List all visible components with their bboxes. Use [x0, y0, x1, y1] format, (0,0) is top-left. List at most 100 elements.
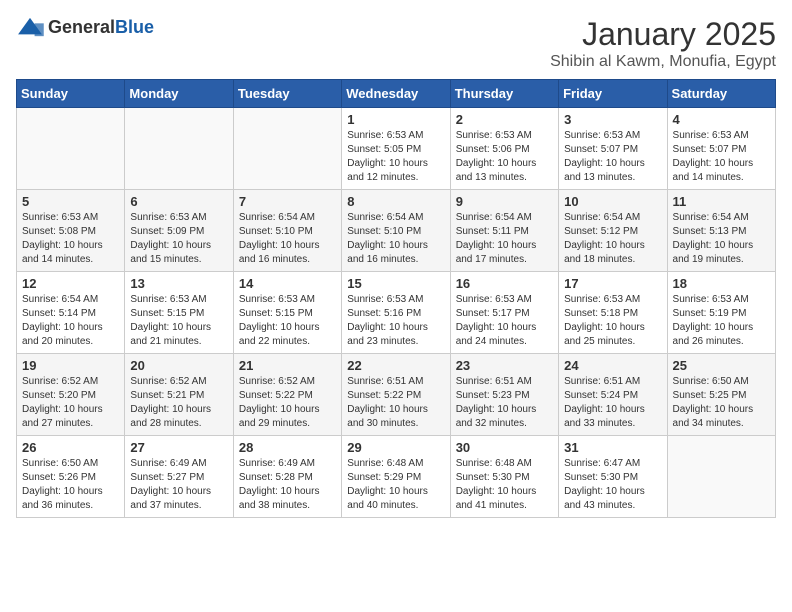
- calendar-day-cell: 4 Sunrise: 6:53 AM Sunset: 5:07 PM Daylig…: [667, 108, 775, 190]
- calendar-day-cell: 27 Sunrise: 6:49 AM Sunset: 5:27 PM Dayli…: [125, 436, 233, 518]
- logo-general: General: [48, 17, 115, 37]
- calendar-day-cell: 9 Sunrise: 6:54 AM Sunset: 5:11 PM Daylig…: [450, 190, 558, 272]
- day-number: 8: [347, 194, 444, 209]
- main-title: January 2025: [550, 16, 776, 53]
- day-number: 12: [22, 276, 119, 291]
- calendar-day-cell: 30Sunrise: 6:48 AM Sunset: 5:30 PM Dayli…: [450, 436, 558, 518]
- calendar-week-row: 12 Sunrise: 6:54 AM Sunset: 5:14 PM Dayli…: [17, 272, 776, 354]
- calendar-day-cell: 19Sunrise: 6:52 AM Sunset: 5:20 PM Dayli…: [17, 354, 125, 436]
- day-number: 18: [673, 276, 770, 291]
- calendar-day-cell: 11 Sunrise: 6:54 AM Sunset: 5:13 PM Dayli…: [667, 190, 775, 272]
- weekday-header: Thursday: [450, 80, 558, 108]
- day-info: Sunrise: 6:50 AM Sunset: 5:25 PM Dayligh…: [673, 375, 770, 431]
- day-number: 16: [456, 276, 553, 291]
- day-info: Sunrise: 6:52 AM Sunset: 5:20 PM Dayligh…: [22, 375, 119, 431]
- calendar-week-row: 26 Sunrise: 6:50 AM Sunset: 5:26 PM Dayli…: [17, 436, 776, 518]
- day-number: 25: [673, 358, 770, 373]
- title-section: January 2025 Shibin al Kawm, Monufia, Eg…: [550, 16, 776, 71]
- day-info: Sunrise: 6:54 AM Sunset: 5:13 PM Dayligh…: [673, 211, 770, 267]
- day-number: 11: [673, 194, 770, 209]
- day-info: Sunrise: 6:54 AM Sunset: 5:12 PM Dayligh…: [564, 211, 661, 267]
- day-info: Sunrise: 6:53 AM Sunset: 5:05 PM Dayligh…: [347, 129, 444, 185]
- day-number: 17: [564, 276, 661, 291]
- day-number: 4: [673, 112, 770, 127]
- sub-title: Shibin al Kawm, Monufia, Egypt: [550, 53, 776, 71]
- day-info: Sunrise: 6:51 AM Sunset: 5:24 PM Dayligh…: [564, 375, 661, 431]
- day-number: 6: [130, 194, 227, 209]
- logo-blue: Blue: [115, 17, 154, 37]
- day-number: 9: [456, 194, 553, 209]
- day-number: 29: [347, 440, 444, 455]
- day-number: 14: [239, 276, 336, 291]
- calendar-day-cell: [17, 108, 125, 190]
- day-number: 24: [564, 358, 661, 373]
- calendar-day-cell: 31Sunrise: 6:47 AM Sunset: 5:30 PM Dayli…: [559, 436, 667, 518]
- calendar-day-cell: 13Sunrise: 6:53 AM Sunset: 5:15 PM Dayli…: [125, 272, 233, 354]
- calendar-day-cell: 15 Sunrise: 6:53 AM Sunset: 5:16 PM Dayli…: [342, 272, 450, 354]
- day-info: Sunrise: 6:53 AM Sunset: 5:15 PM Dayligh…: [239, 293, 336, 349]
- day-number: 30: [456, 440, 553, 455]
- day-number: 20: [130, 358, 227, 373]
- day-info: Sunrise: 6:53 AM Sunset: 5:18 PM Dayligh…: [564, 293, 661, 349]
- logo: GeneralBlue: [16, 16, 154, 38]
- day-info: Sunrise: 6:50 AM Sunset: 5:26 PM Dayligh…: [22, 457, 119, 513]
- calendar-day-cell: 1Sunrise: 6:53 AM Sunset: 5:05 PM Daylig…: [342, 108, 450, 190]
- weekday-header: Monday: [125, 80, 233, 108]
- weekday-header: Tuesday: [233, 80, 341, 108]
- calendar-day-cell: 2 Sunrise: 6:53 AM Sunset: 5:06 PM Daylig…: [450, 108, 558, 190]
- calendar-day-cell: 16 Sunrise: 6:53 AM Sunset: 5:17 PM Dayli…: [450, 272, 558, 354]
- calendar-day-cell: 17 Sunrise: 6:53 AM Sunset: 5:18 PM Dayli…: [559, 272, 667, 354]
- day-info: Sunrise: 6:49 AM Sunset: 5:27 PM Dayligh…: [130, 457, 227, 513]
- day-info: Sunrise: 6:53 AM Sunset: 5:09 PM Dayligh…: [130, 211, 227, 267]
- calendar-day-cell: 7 Sunrise: 6:54 AM Sunset: 5:10 PM Daylig…: [233, 190, 341, 272]
- calendar-day-cell: [125, 108, 233, 190]
- weekday-header: Sunday: [17, 80, 125, 108]
- calendar-day-cell: 10Sunrise: 6:54 AM Sunset: 5:12 PM Dayli…: [559, 190, 667, 272]
- day-info: Sunrise: 6:51 AM Sunset: 5:22 PM Dayligh…: [347, 375, 444, 431]
- page-header: GeneralBlue January 2025 Shibin al Kawm,…: [16, 16, 776, 71]
- calendar-day-cell: 23Sunrise: 6:51 AM Sunset: 5:23 PM Dayli…: [450, 354, 558, 436]
- day-info: Sunrise: 6:49 AM Sunset: 5:28 PM Dayligh…: [239, 457, 336, 513]
- day-number: 23: [456, 358, 553, 373]
- day-info: Sunrise: 6:53 AM Sunset: 5:17 PM Dayligh…: [456, 293, 553, 349]
- day-info: Sunrise: 6:54 AM Sunset: 5:14 PM Dayligh…: [22, 293, 119, 349]
- day-number: 26: [22, 440, 119, 455]
- calendar-day-cell: [233, 108, 341, 190]
- calendar-day-cell: 18Sunrise: 6:53 AM Sunset: 5:19 PM Dayli…: [667, 272, 775, 354]
- day-info: Sunrise: 6:53 AM Sunset: 5:08 PM Dayligh…: [22, 211, 119, 267]
- calendar-day-cell: 5 Sunrise: 6:53 AM Sunset: 5:08 PM Daylig…: [17, 190, 125, 272]
- calendar-day-cell: 12 Sunrise: 6:54 AM Sunset: 5:14 PM Dayli…: [17, 272, 125, 354]
- day-info: Sunrise: 6:53 AM Sunset: 5:06 PM Dayligh…: [456, 129, 553, 185]
- calendar-week-row: 19Sunrise: 6:52 AM Sunset: 5:20 PM Dayli…: [17, 354, 776, 436]
- day-number: 27: [130, 440, 227, 455]
- calendar-day-cell: 22Sunrise: 6:51 AM Sunset: 5:22 PM Dayli…: [342, 354, 450, 436]
- weekday-header: Friday: [559, 80, 667, 108]
- day-number: 15: [347, 276, 444, 291]
- weekday-header: Saturday: [667, 80, 775, 108]
- calendar-day-cell: 28 Sunrise: 6:49 AM Sunset: 5:28 PM Dayli…: [233, 436, 341, 518]
- day-info: Sunrise: 6:53 AM Sunset: 5:16 PM Dayligh…: [347, 293, 444, 349]
- calendar-day-cell: 21Sunrise: 6:52 AM Sunset: 5:22 PM Dayli…: [233, 354, 341, 436]
- calendar: SundayMondayTuesdayWednesdayThursdayFrid…: [16, 79, 776, 518]
- calendar-day-cell: 14 Sunrise: 6:53 AM Sunset: 5:15 PM Dayli…: [233, 272, 341, 354]
- day-number: 5: [22, 194, 119, 209]
- calendar-week-row: 1Sunrise: 6:53 AM Sunset: 5:05 PM Daylig…: [17, 108, 776, 190]
- calendar-day-cell: [667, 436, 775, 518]
- calendar-day-cell: 6 Sunrise: 6:53 AM Sunset: 5:09 PM Daylig…: [125, 190, 233, 272]
- day-number: 3: [564, 112, 661, 127]
- day-info: Sunrise: 6:52 AM Sunset: 5:21 PM Dayligh…: [130, 375, 227, 431]
- day-number: 7: [239, 194, 336, 209]
- weekday-header: Wednesday: [342, 80, 450, 108]
- calendar-header-row: SundayMondayTuesdayWednesdayThursdayFrid…: [17, 80, 776, 108]
- calendar-day-cell: 20 Sunrise: 6:52 AM Sunset: 5:21 PM Dayli…: [125, 354, 233, 436]
- calendar-day-cell: 25 Sunrise: 6:50 AM Sunset: 5:25 PM Dayli…: [667, 354, 775, 436]
- day-info: Sunrise: 6:53 AM Sunset: 5:07 PM Dayligh…: [673, 129, 770, 185]
- day-number: 2: [456, 112, 553, 127]
- day-number: 31: [564, 440, 661, 455]
- day-number: 28: [239, 440, 336, 455]
- calendar-day-cell: 29Sunrise: 6:48 AM Sunset: 5:29 PM Dayli…: [342, 436, 450, 518]
- day-info: Sunrise: 6:54 AM Sunset: 5:10 PM Dayligh…: [239, 211, 336, 267]
- day-info: Sunrise: 6:54 AM Sunset: 5:11 PM Dayligh…: [456, 211, 553, 267]
- day-info: Sunrise: 6:52 AM Sunset: 5:22 PM Dayligh…: [239, 375, 336, 431]
- day-info: Sunrise: 6:53 AM Sunset: 5:15 PM Dayligh…: [130, 293, 227, 349]
